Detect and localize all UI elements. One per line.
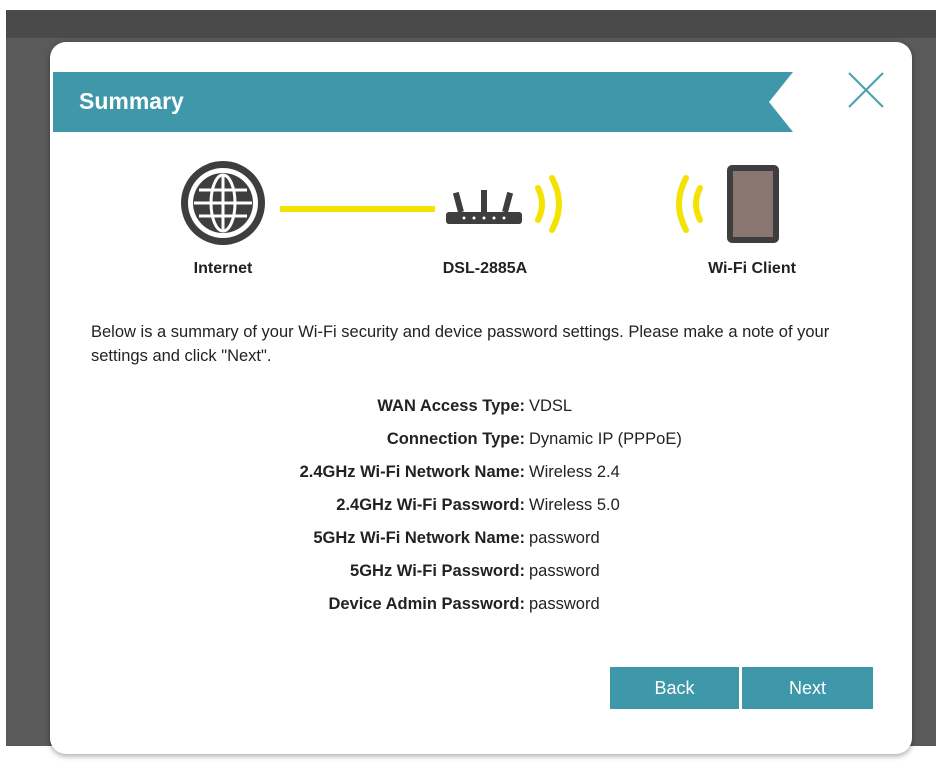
summary-value: password (529, 529, 600, 547)
settings-summary: WAN Access Type: VDSL Connection Type: D… (50, 397, 912, 628)
summary-key: 2.4GHz Wi-Fi Network Name: (299, 463, 525, 481)
network-diagram: Internet DSL-2885A Wi-Fi Client (50, 160, 912, 290)
next-button[interactable]: Next (742, 667, 873, 709)
summary-value: Wireless 5.0 (529, 496, 620, 514)
summary-value: password (529, 595, 600, 613)
summary-key: 5GHz Wi-Fi Network Name: (313, 529, 525, 547)
router-signal-icon (532, 174, 572, 239)
summary-value: VDSL (529, 397, 573, 415)
summary-value: Dynamic IP (PPPoE) (529, 430, 682, 448)
router-icon (444, 190, 524, 235)
dialog-title: Summary (79, 88, 184, 114)
close-x-icon (848, 72, 884, 108)
wifi-client-label: Wi-Fi Client (708, 260, 796, 277)
client-signal-icon (666, 174, 706, 239)
connection-line (280, 200, 435, 218)
router-label: DSL-2885A (442, 260, 528, 277)
globe-icon (180, 160, 266, 251)
summary-key: WAN Access Type: (377, 397, 525, 415)
summary-row-5ghz-network-name: 5GHz Wi-Fi Network Name: password (50, 529, 912, 562)
summary-dialog: Summary Internet DSL-2885A Wi-Fi Client … (50, 42, 912, 754)
intro-text: Below is a summary of your Wi-Fi securit… (91, 322, 830, 365)
summary-row-24ghz-password: 2.4GHz Wi-Fi Password: Wireless 5.0 (50, 496, 912, 529)
internet-label: Internet (193, 260, 253, 277)
back-button[interactable]: Back (610, 667, 739, 709)
summary-row-24ghz-network-name: 2.4GHz Wi-Fi Network Name: Wireless 2.4 (50, 463, 912, 496)
summary-key: 5GHz Wi-Fi Password: (350, 562, 525, 580)
page-header-strip (6, 10, 936, 38)
dialog-title-banner: Summary (53, 72, 793, 132)
close-button[interactable] (846, 70, 886, 110)
summary-key: 2.4GHz Wi-Fi Password: (336, 496, 525, 514)
tablet-icon (726, 164, 780, 249)
summary-row-admin-password: Device Admin Password: password (50, 595, 912, 628)
summary-row-5ghz-password: 5GHz Wi-Fi Password: password (50, 562, 912, 595)
summary-value: password (529, 562, 600, 580)
summary-row-wan-access-type: WAN Access Type: VDSL (50, 397, 912, 430)
summary-key: Device Admin Password: (328, 595, 525, 613)
summary-row-connection-type: Connection Type: Dynamic IP (PPPoE) (50, 430, 912, 463)
summary-value: Wireless 2.4 (529, 463, 620, 481)
summary-key: Connection Type: (386, 430, 525, 448)
